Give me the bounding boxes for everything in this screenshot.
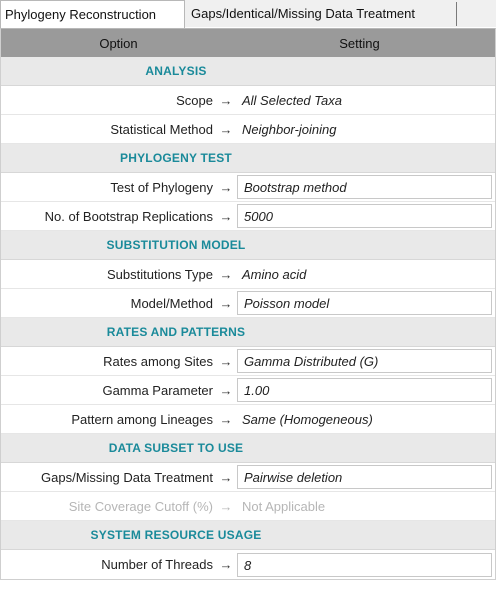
row-number-of-threads[interactable]: Number of Threads → 8 <box>1 550 495 579</box>
number-of-threads-input[interactable]: 8 <box>237 552 492 577</box>
arrow-icon: → <box>219 411 233 427</box>
rates-among-sites-select[interactable]: Gamma Distributed (G) <box>237 349 492 373</box>
tab-phylogeny-reconstruction[interactable]: Phylogeny Reconstruction <box>0 0 185 28</box>
arrow-icon: → <box>219 557 233 572</box>
model-method-label: Model/Method <box>130 295 213 311</box>
header-setting: Setting <box>339 35 380 51</box>
arrow-icon: → <box>219 498 233 514</box>
row-model-method[interactable]: Model/Method → Poisson model <box>1 289 495 318</box>
row-substitutions-type[interactable]: Substitutions Type → Amino acid <box>1 260 495 289</box>
arrow-icon: → <box>219 469 233 485</box>
bootstrap-replications-label: No. of Bootstrap Replications <box>44 208 213 224</box>
arrow-icon: → <box>219 121 233 137</box>
tab-gaps-identical-missing[interactable]: Gaps/Identical/Missing Data Treatment <box>187 2 457 26</box>
row-statistical-method[interactable]: Statistical Method → Neighbor-joining <box>1 115 495 144</box>
model-method-select[interactable]: Poisson model <box>237 291 492 315</box>
arrow-icon: → <box>219 266 233 282</box>
section-substitution-model: SUBSTITUTION MODEL <box>1 231 495 260</box>
site-coverage-cutoff-label: Site Coverage Cutoff (%) <box>68 498 213 514</box>
gamma-parameter-input[interactable]: 1.00 <box>237 378 492 402</box>
site-coverage-cutoff-value: Not Applicable <box>242 498 326 514</box>
grid-header: Option Setting <box>1 29 495 57</box>
row-gamma-parameter[interactable]: Gamma Parameter → 1.00 <box>1 376 495 405</box>
gamma-parameter-label: Gamma Parameter <box>102 382 213 398</box>
test-of-phylogeny-label: Test of Phylogeny <box>110 179 213 195</box>
arrow-icon: → <box>219 382 233 398</box>
statistical-method-label: Statistical Method <box>110 121 213 137</box>
options-grid: Option Setting ANALYSIS Scope → All Sele… <box>0 28 496 580</box>
arrow-icon: → <box>219 295 233 311</box>
arrow-icon: → <box>219 353 233 369</box>
arrow-icon: → <box>219 179 233 195</box>
row-test-of-phylogeny[interactable]: Test of Phylogeny → Bootstrap method <box>1 173 495 202</box>
gaps-missing-treatment-select[interactable]: Pairwise deletion <box>237 465 492 489</box>
substitutions-type-label: Substitutions Type <box>107 266 213 282</box>
row-scope[interactable]: Scope → All Selected Taxa <box>1 86 495 115</box>
header-option: Option <box>99 35 138 51</box>
row-rates-among-sites[interactable]: Rates among Sites → Gamma Distributed (G… <box>1 347 495 376</box>
scope-label: Scope <box>176 92 213 108</box>
section-analysis: ANALYSIS <box>1 57 495 86</box>
scope-value[interactable]: All Selected Taxa <box>237 93 495 108</box>
substitutions-type-value[interactable]: Amino acid <box>237 267 495 282</box>
bootstrap-replications-input[interactable]: 5000 <box>237 204 492 228</box>
pattern-among-lineages-label: Pattern among Lineages <box>71 411 213 427</box>
section-rates-and-patterns: RATES AND PATTERNS <box>1 318 495 347</box>
section-data-subset: DATA SUBSET TO USE <box>1 434 495 463</box>
section-phylogeny-test: PHYLOGENY TEST <box>1 144 495 173</box>
pattern-among-lineages-value[interactable]: Same (Homogeneous) <box>237 412 495 427</box>
row-site-coverage-cutoff: Site Coverage Cutoff (%) → Not Applicabl… <box>1 492 495 521</box>
number-of-threads-label: Number of Threads <box>101 557 213 572</box>
arrow-icon: → <box>219 92 233 108</box>
row-pattern-among-lineages[interactable]: Pattern among Lineages → Same (Homogeneo… <box>1 405 495 434</box>
test-of-phylogeny-select[interactable]: Bootstrap method <box>237 175 492 199</box>
section-system-resource-usage: SYSTEM RESOURCE USAGE <box>1 521 495 550</box>
statistical-method-value[interactable]: Neighbor-joining <box>237 122 495 137</box>
arrow-icon: → <box>219 208 233 224</box>
tab-bar: Phylogeny Reconstruction Gaps/Identical/… <box>0 0 496 28</box>
row-gaps-missing-treatment[interactable]: Gaps/Missing Data Treatment → Pairwise d… <box>1 463 495 492</box>
gaps-missing-treatment-label: Gaps/Missing Data Treatment <box>41 469 213 485</box>
row-bootstrap-replications[interactable]: No. of Bootstrap Replications → 5000 <box>1 202 495 231</box>
rates-among-sites-label: Rates among Sites <box>103 353 213 369</box>
